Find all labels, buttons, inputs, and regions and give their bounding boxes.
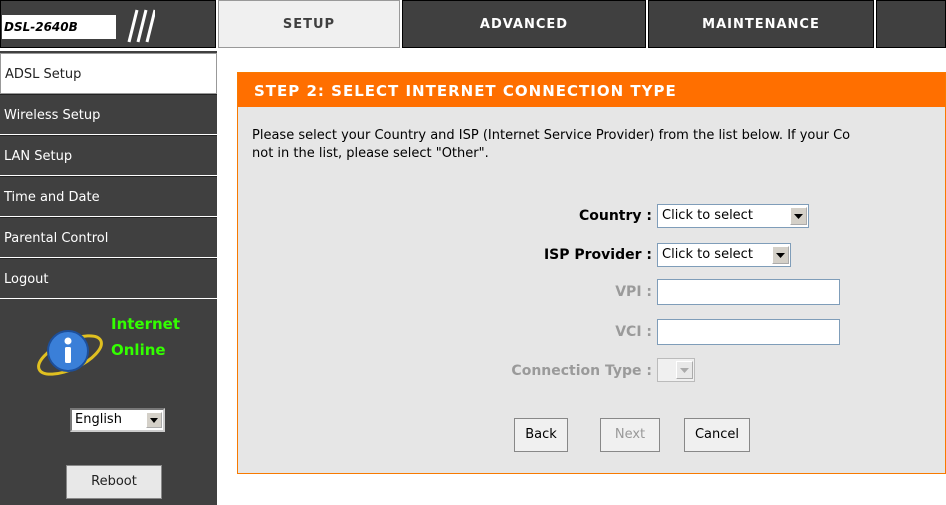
tab-next-clipped[interactable] <box>876 0 946 48</box>
language-value: English <box>75 412 122 427</box>
tab-advanced[interactable]: ADVANCED <box>402 0 646 48</box>
next-button[interactable]: Next <box>600 418 660 452</box>
brand-logo: DSL-2640B <box>0 0 216 48</box>
status-internet: Internet <box>111 315 181 333</box>
tab-maintenance[interactable]: MAINTENANCE <box>648 0 874 48</box>
info-globe-icon <box>37 330 103 376</box>
country-label: Country : <box>578 208 652 224</box>
connection-type-select[interactable] <box>657 358 695 382</box>
vci-input[interactable] <box>657 319 840 345</box>
isp-provider-label: ISP Provider : <box>543 247 652 263</box>
country-select[interactable]: Click to select <box>657 204 809 228</box>
vpi-label: VPI : <box>615 284 652 300</box>
language-select[interactable]: English <box>70 408 165 432</box>
top-navigation: DSL-2640B SETUP ADVANCED MAINTENANCE <box>0 0 946 50</box>
cancel-button[interactable]: Cancel <box>684 418 750 452</box>
sidebar-item-lan-setup[interactable]: LAN Setup <box>0 135 217 176</box>
status-online: Online <box>111 341 166 359</box>
instructions-line-2: not in the list, please select "Other". <box>252 146 489 161</box>
internet-status: Internet Online <box>34 313 214 383</box>
slashes-logo-icon <box>127 9 155 43</box>
tab-setup[interactable]: SETUP <box>218 0 400 48</box>
sidebar-item-logout[interactable]: Logout <box>0 258 217 299</box>
connection-type-label: Connection Type : <box>511 363 652 379</box>
chevron-down-icon[interactable] <box>146 412 162 428</box>
sidebar-item-time-and-date[interactable]: Time and Date <box>0 176 217 217</box>
instructions: Please select your Country and ISP (Inte… <box>252 127 946 163</box>
country-select-value: Click to select <box>662 208 753 223</box>
chevron-down-icon[interactable] <box>676 361 693 379</box>
chevron-down-icon[interactable] <box>790 207 807 225</box>
connection-type-panel: STEP 2: SELECT INTERNET CONNECTION TYPE … <box>237 72 946 474</box>
isp-provider-select[interactable]: Click to select <box>657 243 791 267</box>
sidebar-item-adsl-setup[interactable]: ADSL Setup <box>0 53 217 94</box>
sidebar-item-parental-control[interactable]: Parental Control <box>0 217 217 258</box>
instructions-line-1: Please select your Country and ISP (Inte… <box>252 128 851 143</box>
vci-label: VCI : <box>615 324 652 340</box>
isp-select-value: Click to select <box>662 247 753 262</box>
panel-title: STEP 2: SELECT INTERNET CONNECTION TYPE <box>238 73 945 107</box>
model-name: DSL-2640B <box>2 15 116 39</box>
chevron-down-icon[interactable] <box>772 246 789 264</box>
vpi-input[interactable] <box>657 279 840 305</box>
sidebar: ADSL Setup Wireless Setup LAN Setup Time… <box>0 51 217 505</box>
back-button[interactable]: Back <box>514 418 568 452</box>
reboot-button[interactable]: Reboot <box>66 465 162 499</box>
sidebar-item-wireless-setup[interactable]: Wireless Setup <box>0 94 217 135</box>
